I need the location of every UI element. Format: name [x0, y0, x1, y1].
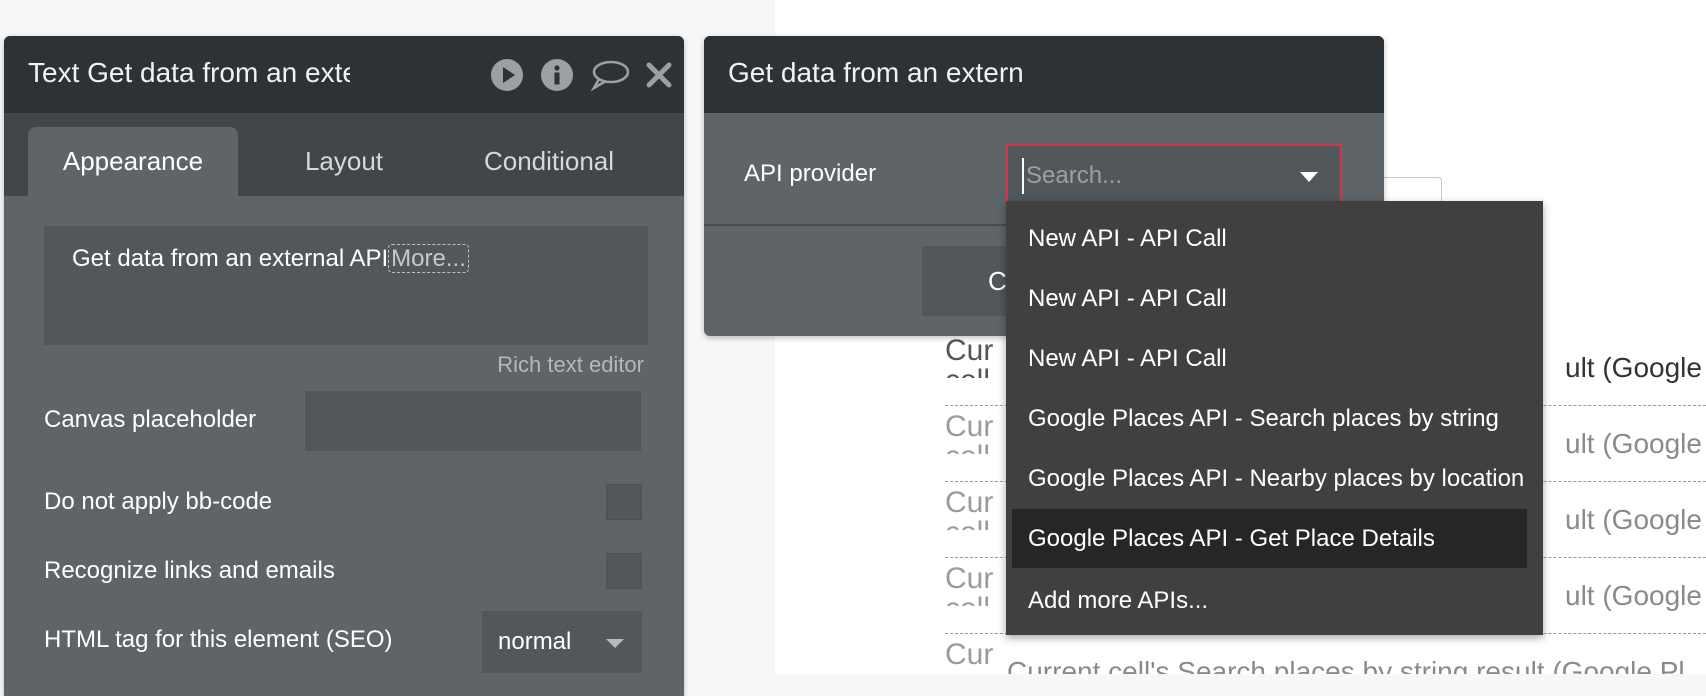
text-content-value: Get data from an external API: [72, 245, 389, 272]
canvas-row-prefix: Cur: [945, 638, 994, 671]
menu-item-get-place-details[interactable]: Google Places API - Get Place Details: [1012, 509, 1527, 568]
canvas-row-text: ult (Google Pl: [1565, 352, 1706, 383]
text-content-editor[interactable]: Get data from an external API More...: [44, 226, 648, 345]
canvas-row-text: ult (Google Pl: [1565, 580, 1706, 611]
tab-bar: Appearance Layout Conditional: [4, 113, 684, 196]
canvas-row: Cur Current cell's Search places by stri…: [945, 634, 1706, 675]
tab-layout[interactable]: Layout: [259, 127, 429, 196]
dialog-button-label: C: [988, 266, 1007, 296]
html-tag-value: normal: [498, 628, 572, 655]
no-bbcode-checkbox[interactable]: [606, 484, 642, 520]
chevron-down-icon[interactable]: [1300, 172, 1318, 182]
canvas-row-prefix: Cur: [945, 334, 994, 367]
panel-header: Text Get data from an external API: [4, 36, 684, 113]
menu-item-new-api-call-3[interactable]: New API - API Call: [1012, 329, 1527, 388]
api-search-input[interactable]: [1022, 158, 1288, 194]
menu-item-search-places[interactable]: Google Places API - Search places by str…: [1012, 389, 1527, 448]
html-tag-label: HTML tag for this element (SEO): [44, 626, 393, 653]
comment-icon[interactable]: [590, 58, 630, 92]
property-editor-panel: Text Get data from an external API Appea…: [4, 36, 684, 696]
api-provider-menu: New API - API Call New API - API Call Ne…: [1006, 201, 1543, 635]
menu-item-new-api-call-1[interactable]: New API - API Call: [1012, 209, 1527, 268]
menu-item-nearby-places[interactable]: Google Places API - Nearby places by loc…: [1012, 449, 1527, 508]
canvas-row-cell: cell: [945, 594, 993, 606]
html-tag-select[interactable]: normal: [482, 611, 642, 673]
canvas-row-prefix: Cur: [945, 410, 994, 443]
more-link[interactable]: More...: [388, 244, 469, 273]
canvas-row-text: ult (Google Pl: [1565, 428, 1706, 459]
play-icon[interactable]: [490, 58, 524, 92]
recognize-links-checkbox[interactable]: [606, 553, 642, 589]
canvas-row-cell: cell: [945, 442, 993, 454]
api-provider-dropdown[interactable]: [1006, 144, 1342, 206]
info-icon[interactable]: [540, 58, 574, 92]
dialog-button[interactable]: C: [922, 246, 1012, 316]
canvas-row-text: ult (Google Pl: [1565, 504, 1706, 535]
canvas-row-prefix: Cur: [945, 486, 994, 519]
menu-item-new-api-call-2[interactable]: New API - API Call: [1012, 269, 1527, 328]
dialog-title: Get data from an extern: [728, 57, 1024, 88]
close-icon[interactable]: [642, 58, 676, 92]
panel-title: Text Get data from an external API: [28, 57, 350, 88]
canvas-row-text: Current cell's Search places by string r…: [1007, 656, 1685, 674]
dialog-header: Get data from an extern: [704, 36, 1384, 113]
no-bbcode-label: Do not apply bb-code: [44, 488, 273, 515]
chevron-down-icon: [606, 639, 624, 648]
rich-text-editor-link[interactable]: Rich text editor: [497, 352, 644, 378]
recognize-links-label: Recognize links and emails: [44, 557, 335, 584]
tab-appearance[interactable]: Appearance: [28, 127, 238, 196]
canvas-placeholder-input[interactable]: [305, 391, 641, 451]
tab-conditional[interactable]: Conditional: [444, 127, 654, 196]
canvas-row-prefix: Cur: [945, 562, 994, 595]
api-provider-label: API provider: [744, 160, 877, 187]
canvas-row-cell: cell: [945, 366, 993, 378]
canvas-placeholder-label: Canvas placeholder: [44, 406, 257, 433]
menu-item-add-more-apis[interactable]: Add more APIs...: [1012, 571, 1527, 630]
canvas-row-cell: cell: [945, 518, 993, 530]
